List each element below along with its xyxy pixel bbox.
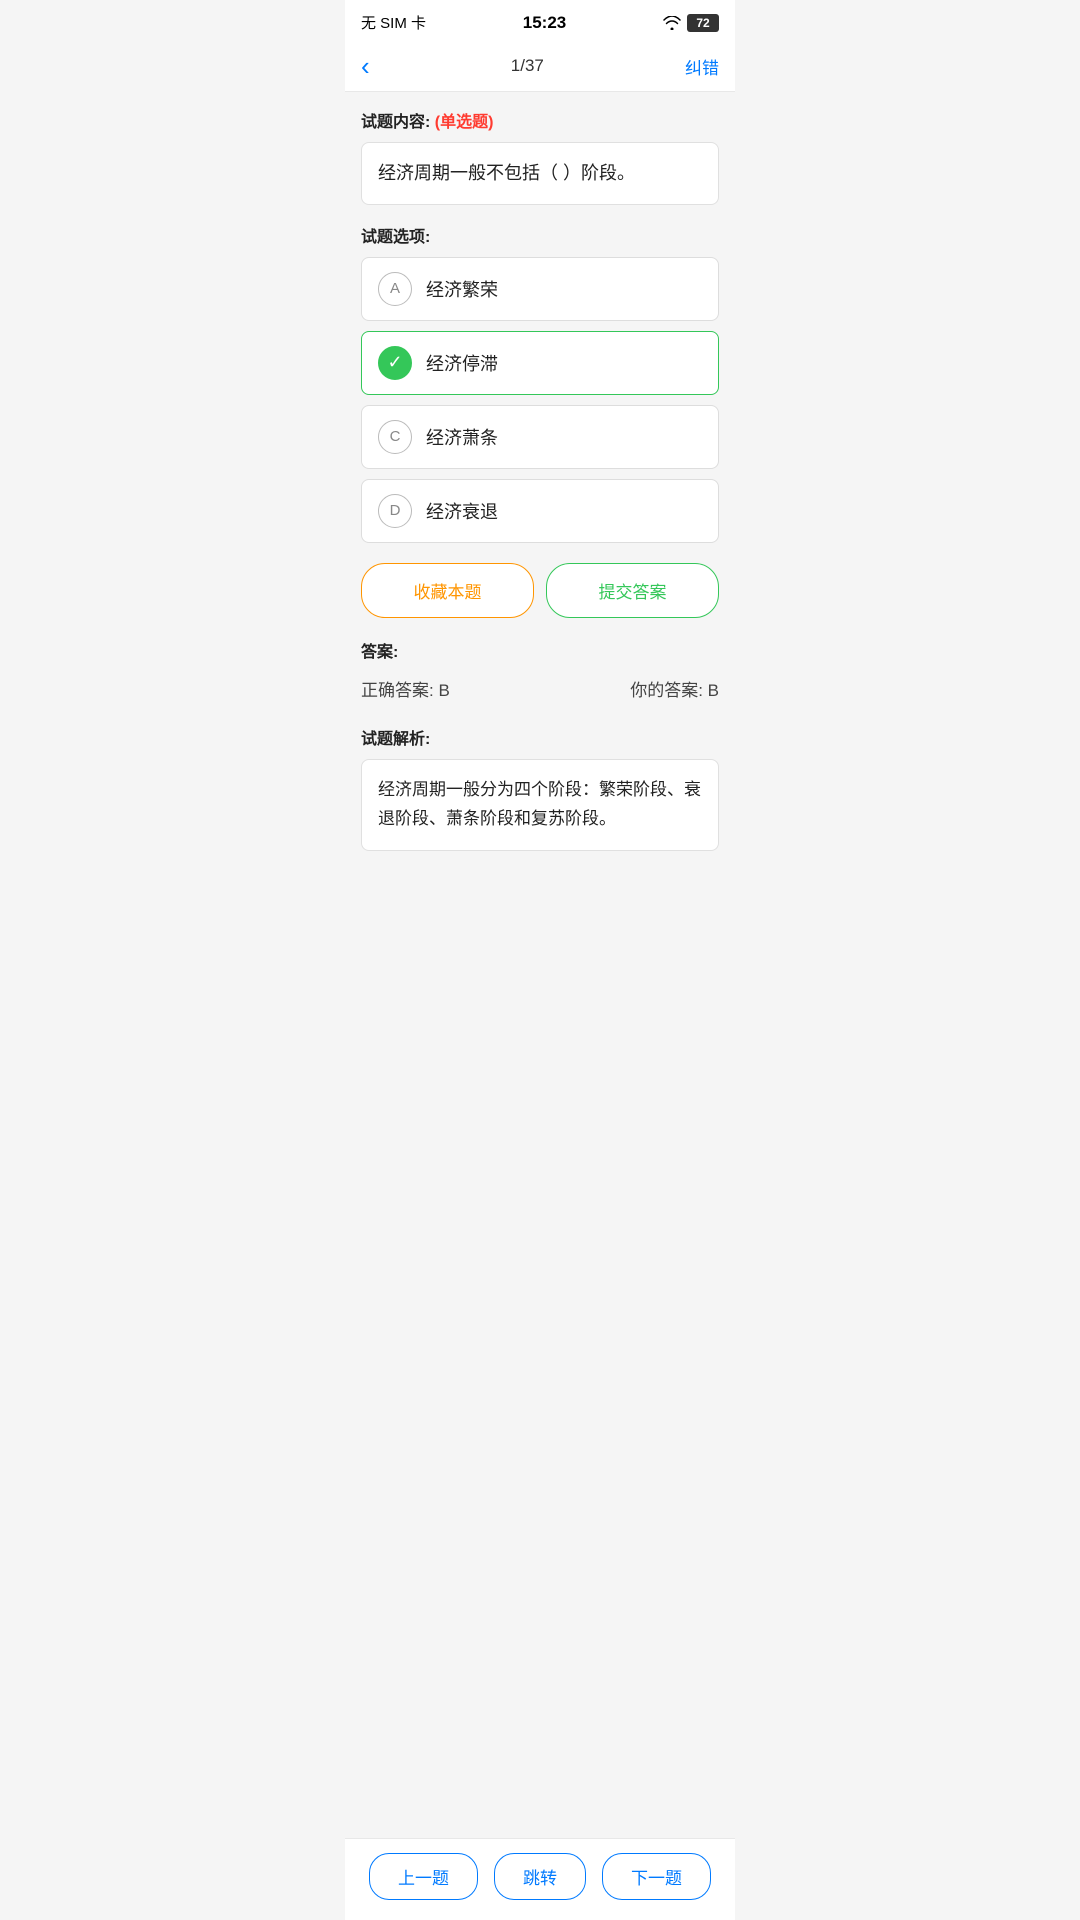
prev-button[interactable]: 上一题	[369, 1853, 478, 1900]
next-button[interactable]: 下一题	[602, 1853, 711, 1900]
carrier-text: 无 SIM 卡	[361, 12, 426, 33]
option-d[interactable]: D 经济衰退	[361, 479, 719, 543]
answer-label: 答案:	[361, 638, 719, 662]
option-c-text: 经济萧条	[426, 424, 498, 450]
main-content: 试题内容: (单选题) 经济周期一般不包括（ ）阶段。 试题选项: A 经济繁荣…	[345, 92, 735, 947]
analysis-content: 经济周期一般分为四个阶段：繁荣阶段、衰退阶段、萧条阶段和复苏阶段。	[361, 759, 719, 851]
option-a-text: 经济繁荣	[426, 276, 498, 302]
question-content: 经济周期一般不包括（ ）阶段。	[361, 142, 719, 205]
your-answer: 你的答案: B	[630, 676, 719, 701]
battery-indicator: 72	[687, 14, 719, 32]
answer-row: 正确答案: B 你的答案: B	[361, 672, 719, 709]
wifi-icon	[663, 16, 681, 30]
time-text: 15:23	[523, 13, 566, 33]
status-bar: 无 SIM 卡 15:23 72	[345, 0, 735, 41]
option-c[interactable]: C 经济萧条	[361, 405, 719, 469]
progress-indicator: 1/37	[511, 56, 544, 76]
correct-answer: 正确答案: B	[361, 676, 450, 701]
analysis-label: 试题解析:	[361, 725, 719, 749]
option-b[interactable]: ✓ 经济停滞	[361, 331, 719, 395]
option-a[interactable]: A 经济繁荣	[361, 257, 719, 321]
option-d-text: 经济衰退	[426, 498, 498, 524]
options-list: A 经济繁荣 ✓ 经济停滞 C 经济萧条 D 经济衰退	[361, 257, 719, 543]
question-section-label: 试题内容: (单选题)	[361, 108, 719, 132]
option-c-key: C	[378, 420, 412, 454]
status-icons: 72	[663, 14, 719, 32]
bottom-navigation: 上一题 跳转 下一题	[345, 1838, 735, 1920]
question-type-badge: (单选题)	[435, 114, 494, 131]
back-button[interactable]: ‹	[361, 53, 370, 79]
option-b-text: 经济停滞	[426, 350, 498, 376]
answer-section: 答案: 正确答案: B 你的答案: B	[361, 638, 719, 709]
jump-button[interactable]: 跳转	[494, 1853, 586, 1900]
option-a-key: A	[378, 272, 412, 306]
submit-button[interactable]: 提交答案	[546, 563, 719, 618]
options-section-label: 试题选项:	[361, 223, 719, 247]
nav-bar: ‹ 1/37 纠错	[345, 41, 735, 92]
option-b-key: ✓	[378, 346, 412, 380]
action-buttons: 收藏本题 提交答案	[361, 563, 719, 618]
correction-button[interactable]: 纠错	[685, 54, 719, 79]
option-d-key: D	[378, 494, 412, 528]
collect-button[interactable]: 收藏本题	[361, 563, 534, 618]
